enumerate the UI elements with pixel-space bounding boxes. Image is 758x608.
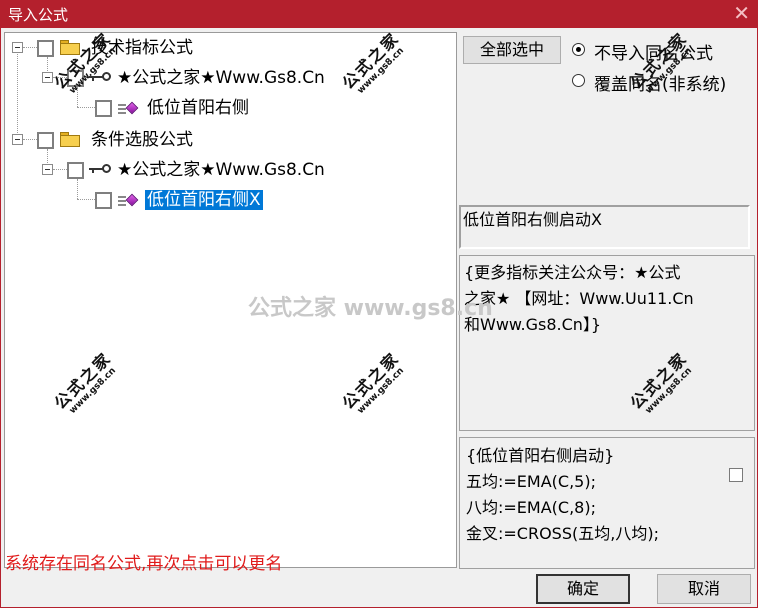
radio-overwrite-duplicates[interactable] [572,74,585,87]
formula-name-box: 低位首阳右侧启动X [459,205,750,249]
cancel-button[interactable]: 取消 [657,574,751,604]
radio-skip-duplicates[interactable] [572,43,585,56]
tree-node-formula-1[interactable]: 低位首阳右侧 [147,98,249,118]
code-option-checkbox[interactable] [729,468,743,482]
checkbox-stock-selection[interactable] [37,132,54,149]
select-all-button[interactable]: 全部选中 [463,36,561,64]
tree-connector [17,47,18,139]
collapse-toggle[interactable] [42,164,53,175]
formula-description-box: {更多指标关注公众号：★公式 之家★ 【网址：Www.Uu11.Cn 和Www.… [459,255,755,431]
checkbox-group-2[interactable] [67,162,84,179]
collapse-toggle[interactable] [12,134,23,145]
formula-name-text: 低位首阳右侧启动X [463,210,602,229]
description-line-2: 之家★ 【网址：Www.Uu11.Cn [464,289,694,308]
tree-connector [53,169,67,170]
tree-node-stock-selection[interactable]: 条件选股公式 [91,130,193,150]
collapse-toggle[interactable] [42,72,53,83]
tree-connector [77,179,78,199]
radio-skip-duplicates-label[interactable]: 不导入同名公式 [594,39,713,64]
code-line-2: 五均:=EMA(C,5); [466,472,596,491]
checkbox-technical-indicators[interactable] [37,40,54,57]
tree-connector [77,87,78,107]
tree-node-formula-2-selected[interactable]: 低位首阳右侧X [145,190,263,210]
code-line-3: 八均:=EMA(C,8); [466,498,596,517]
key-icon [89,71,111,83]
tree-node-group-1[interactable]: ★公式之家★Www.Gs8.Cn [117,68,325,88]
code-line-4: 金叉:=CROSS(五均,八均); [466,524,659,543]
title-bar: 导入公式 ✕ [0,0,758,28]
key-icon [89,163,111,175]
formula-icon [118,101,139,117]
close-icon[interactable]: ✕ [733,2,750,24]
tree-node-group-2[interactable]: ★公式之家★Www.Gs8.Cn [117,160,325,180]
radio-overwrite-duplicates-label[interactable]: 覆盖同名(非系统) [594,70,726,95]
formula-icon [118,193,139,209]
tree-connector [53,77,67,78]
folder-icon [60,132,80,147]
tree-connector [77,199,95,200]
checkbox-formula-2[interactable] [95,192,112,209]
folder-icon [60,40,80,55]
tree-node-technical-indicators[interactable]: 技术指标公式 [91,38,193,58]
ok-button[interactable]: 确定 [536,574,630,604]
window-title: 导入公式 [8,6,69,24]
tree-connector [77,107,95,108]
status-message: 系统存在同名公式,再次点击可以更名 [5,554,283,574]
code-line-1: {低位首阳右侧启动} [466,446,615,465]
center-watermark: 公式之家 www.gs8.cn [248,296,493,321]
description-line-1: {更多指标关注公众号：★公式 [464,263,681,282]
collapse-toggle[interactable] [12,42,23,53]
formula-code-box: {低位首阳右侧启动} 五均:=EMA(C,5); 八均:=EMA(C,8); 金… [459,437,755,569]
checkbox-formula-1[interactable] [95,100,112,117]
checkbox-group-1[interactable] [67,70,84,87]
